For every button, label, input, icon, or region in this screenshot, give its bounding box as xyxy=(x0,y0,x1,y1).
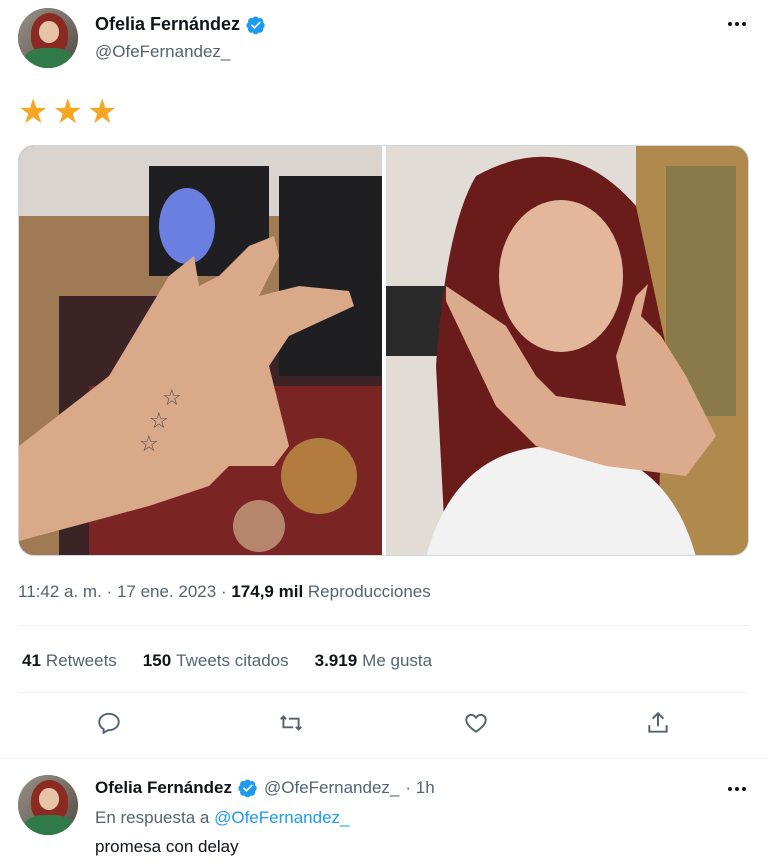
photo-right[interactable] xyxy=(386,146,748,555)
like-icon[interactable] xyxy=(461,708,491,738)
author-name-row: Ofelia Fernández xyxy=(95,14,266,35)
tweet-text: ★★★ xyxy=(18,93,122,131)
avatar[interactable] xyxy=(18,8,78,68)
tweet-meta: 11:42 a. m. · 17 ene. 2023 · 174,9 mil R… xyxy=(18,582,431,602)
meta-separator: · xyxy=(106,582,113,601)
verified-badge-icon xyxy=(246,15,265,34)
tweet-stats: 41 Retweets 150 Tweets citados 3.919 Me gus… xyxy=(22,651,432,671)
tweet-time[interactable]: 11:42 a. m. xyxy=(18,582,102,601)
reply-prefix: En respuesta a xyxy=(95,808,210,827)
divider xyxy=(18,692,749,693)
reply-name-row: Ofelia Fernández @OfeFernandez_ · 1h xyxy=(95,778,435,798)
tweet-actions xyxy=(0,708,768,744)
reply-to-line: En respuesta a @OfeFernandez_ xyxy=(95,808,349,828)
verified-badge-icon xyxy=(238,779,257,798)
meta-separator: · xyxy=(220,582,227,601)
tweet-date[interactable]: 17 ene. 2023 xyxy=(117,582,216,601)
reply-handle[interactable]: @OfeFernandez_ xyxy=(264,778,399,798)
reply-avatar[interactable] xyxy=(18,775,78,835)
svg-text:☆: ☆ xyxy=(162,386,182,411)
author-handle[interactable]: @OfeFernandez_ xyxy=(95,42,230,62)
reply-to-link[interactable]: @OfeFernandez_ xyxy=(214,808,349,827)
svg-text:☆: ☆ xyxy=(149,409,169,434)
reply-more-options-icon[interactable] xyxy=(719,775,755,803)
divider xyxy=(18,625,749,626)
hand-tattoo-photo: ☆ ☆ ☆ xyxy=(19,146,382,555)
likes-stat[interactable]: 3.919 Me gusta xyxy=(315,651,432,671)
more-options-icon[interactable] xyxy=(719,10,755,38)
views-count: 174,9 mil xyxy=(231,582,304,601)
share-icon[interactable] xyxy=(643,708,673,738)
reply-icon[interactable] xyxy=(94,708,124,738)
divider xyxy=(0,758,768,759)
retweet-icon[interactable] xyxy=(276,708,306,738)
retweets-stat[interactable]: 41 Retweets xyxy=(22,651,117,671)
svg-text:☆: ☆ xyxy=(139,432,159,457)
photo-left[interactable]: ☆ ☆ ☆ xyxy=(19,146,382,555)
reply-time[interactable]: · 1h xyxy=(405,778,434,798)
selfie-photo xyxy=(386,146,748,555)
views-label: Reproducciones xyxy=(307,582,431,601)
quotes-stat[interactable]: 150 Tweets citados xyxy=(143,651,289,671)
reply-display-name[interactable]: Ofelia Fernández xyxy=(95,778,232,798)
author-display-name[interactable]: Ofelia Fernández xyxy=(95,14,240,35)
reply-text: promesa con delay xyxy=(95,837,239,856)
media-grid: ☆ ☆ ☆ xyxy=(18,145,749,556)
